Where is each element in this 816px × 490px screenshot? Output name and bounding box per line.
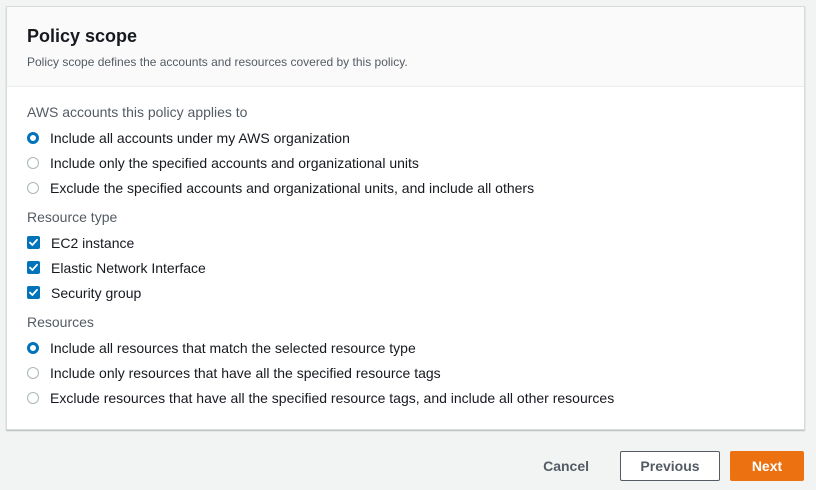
- resources-radio-group: Resources Include all resources that mat…: [27, 313, 804, 410]
- next-button[interactable]: Next: [730, 451, 804, 481]
- accounts-option-include-all[interactable]: Include all accounts under my AWS organi…: [27, 125, 804, 150]
- radio-selected-icon[interactable]: [27, 131, 39, 144]
- resources-option-include-all[interactable]: Include all resources that match the sel…: [27, 335, 804, 360]
- accounts-option-exclude-specified[interactable]: Exclude the specified accounts and organ…: [27, 175, 804, 200]
- radio-unselected-icon[interactable]: [27, 366, 39, 379]
- radio-selected-icon[interactable]: [27, 341, 39, 354]
- option-label: Exclude the specified accounts and organ…: [50, 179, 535, 196]
- radio-unselected-icon[interactable]: [27, 181, 39, 194]
- resource-type-option-security-group[interactable]: Security group: [27, 280, 804, 305]
- checkbox-checked-icon[interactable]: [27, 236, 40, 249]
- wizard-footer: Cancel Previous Next: [543, 451, 804, 481]
- option-label: EC2 instance: [51, 234, 135, 251]
- panel-description: Policy scope defines the accounts and re…: [27, 55, 408, 69]
- resources-option-exclude-tagged[interactable]: Exclude resources that have all the spec…: [27, 385, 804, 410]
- option-label: Include all accounts under my AWS organi…: [50, 129, 350, 146]
- option-label: Elastic Network Interface: [51, 259, 206, 276]
- option-label: Include all resources that match the sel…: [50, 339, 416, 356]
- resource-type-option-ec2[interactable]: EC2 instance: [27, 230, 804, 255]
- checkbox-checked-icon[interactable]: [27, 261, 40, 274]
- accounts-group-label: AWS accounts this policy applies to: [27, 104, 248, 120]
- resources-option-include-tagged[interactable]: Include only resources that have all the…: [27, 360, 804, 385]
- resources-group-label: Resources: [27, 314, 94, 330]
- resource-type-checkbox-group: Resource type EC2 instance Elastic Netwo…: [27, 208, 804, 305]
- resource-type-option-eni[interactable]: Elastic Network Interface: [27, 255, 804, 280]
- checkbox-checked-icon[interactable]: [27, 286, 40, 299]
- option-label: Exclude resources that have all the spec…: [50, 389, 615, 406]
- previous-button[interactable]: Previous: [620, 451, 720, 481]
- option-label: Include only resources that have all the…: [50, 364, 441, 381]
- policy-scope-panel: Policy scope Policy scope defines the ac…: [6, 6, 805, 430]
- accounts-option-include-specified[interactable]: Include only the specified accounts and …: [27, 150, 804, 175]
- panel-title: Policy scope: [27, 26, 138, 46]
- resource-type-group-label: Resource type: [27, 209, 118, 225]
- option-label: Security group: [51, 284, 142, 301]
- accounts-radio-group: AWS accounts this policy applies to Incl…: [27, 103, 804, 200]
- option-label: Include only the specified accounts and …: [50, 154, 419, 171]
- radio-unselected-icon[interactable]: [27, 391, 39, 404]
- panel-header: Policy scope Policy scope defines the ac…: [7, 7, 804, 87]
- panel-body: AWS accounts this policy applies to Incl…: [7, 87, 804, 410]
- radio-unselected-icon[interactable]: [27, 156, 39, 169]
- cancel-button[interactable]: Cancel: [543, 458, 589, 474]
